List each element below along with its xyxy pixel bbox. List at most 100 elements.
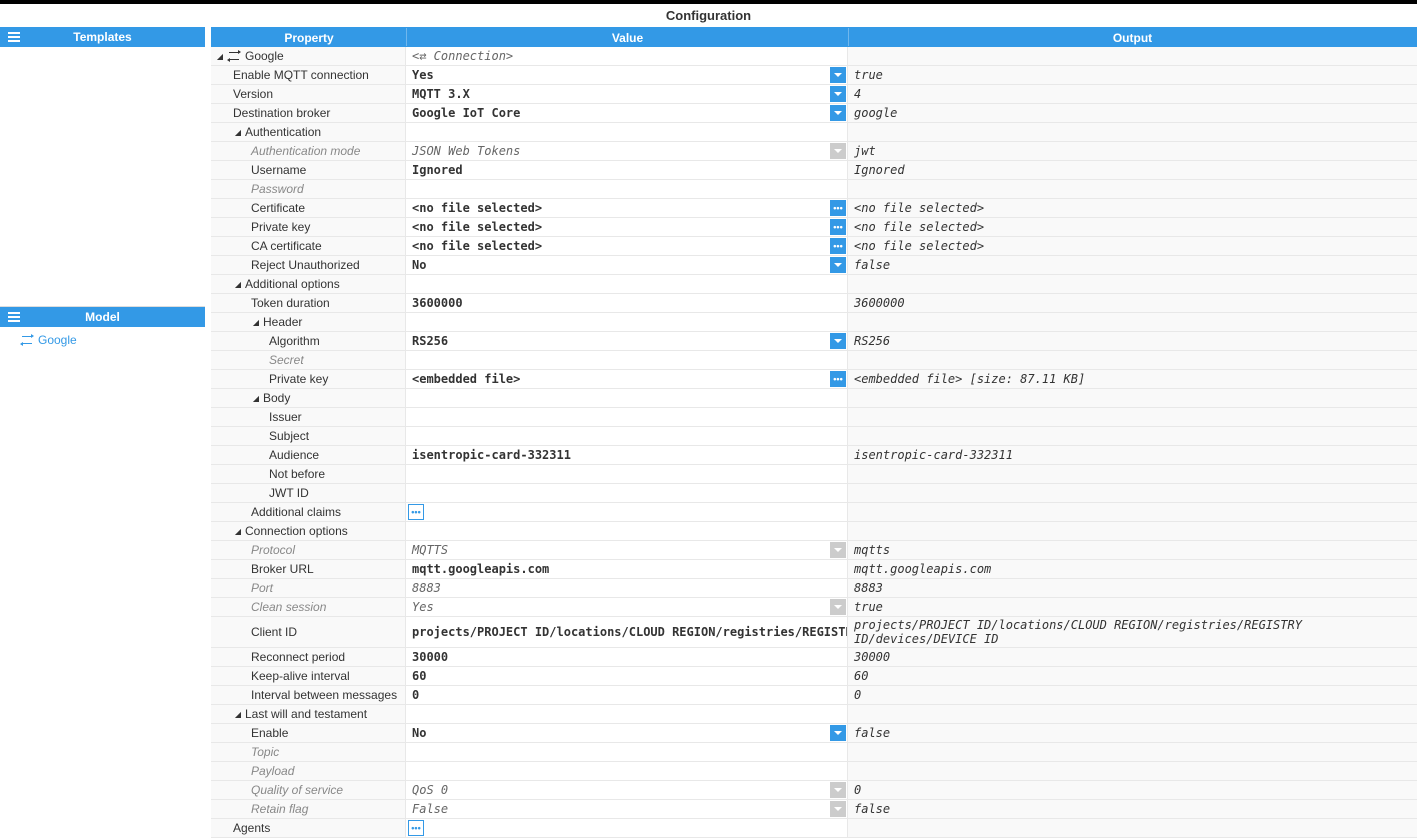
expand-toggle-icon[interactable]: ◢ (233, 527, 243, 536)
value-cell[interactable]: No (406, 724, 848, 742)
value-cell[interactable]: Yes (406, 598, 848, 616)
value-cell[interactable]: <no file selected>••• (406, 237, 848, 255)
property-label: Private key (269, 372, 328, 386)
value-cell[interactable]: 3600000 (406, 294, 848, 312)
property-cell: Token duration (211, 294, 406, 312)
expand-toggle-icon[interactable]: ◢ (233, 280, 243, 289)
value-cell[interactable] (406, 408, 848, 426)
expand-toggle-icon[interactable]: ◢ (215, 52, 225, 61)
value-cell[interactable]: 60 (406, 667, 848, 685)
expand-toggle-icon[interactable]: ◢ (233, 710, 243, 719)
value-text: JSON Web Tokens (406, 143, 830, 159)
ellipsis-button[interactable]: ••• (830, 200, 846, 216)
output-cell: 60 (848, 667, 1417, 685)
value-cell[interactable]: Ignored (406, 161, 848, 179)
templates-header-label: Templates (73, 30, 131, 44)
property-cell: Protocol (211, 541, 406, 559)
dropdown-button[interactable] (830, 725, 846, 741)
expand-toggle-icon[interactable]: ◢ (233, 128, 243, 137)
property-label: Retain flag (251, 802, 308, 816)
dropdown-button[interactable] (830, 86, 846, 102)
property-cell: Authentication mode (211, 142, 406, 160)
value-cell[interactable]: ••• (406, 503, 848, 521)
value-cell[interactable]: <no file selected>••• (406, 218, 848, 236)
output-cell: isentropic-card-332311 (848, 446, 1417, 464)
value-cell[interactable]: <no file selected>••• (406, 199, 848, 217)
value-text: Yes (406, 67, 830, 83)
value-cell[interactable]: 30000 (406, 648, 848, 666)
model-item-google[interactable]: Google (0, 331, 205, 349)
property-cell: Private key (211, 218, 406, 236)
value-cell[interactable]: projects/PROJECT ID/locations/CLOUD REGI… (406, 617, 848, 647)
property-cell: ◢Last will and testament (211, 705, 406, 723)
value-cell[interactable] (406, 465, 848, 483)
value-cell[interactable] (406, 313, 848, 331)
output-cell: <no file selected> (848, 199, 1417, 217)
property-cell: Topic (211, 743, 406, 761)
value-cell[interactable] (406, 180, 848, 198)
value-cell[interactable] (406, 427, 848, 445)
ellipsis-button[interactable]: ••• (408, 820, 424, 836)
property-label: Client ID (251, 625, 297, 639)
output-cell (848, 503, 1417, 521)
dropdown-button[interactable] (830, 257, 846, 273)
property-row: Broker URLmqtt.googleapis.commqtt.google… (211, 560, 1417, 579)
property-label: Payload (251, 764, 294, 778)
value-cell[interactable]: MQTT 3.X (406, 85, 848, 103)
value-cell[interactable] (406, 484, 848, 502)
property-label: Username (251, 163, 306, 177)
value-cell[interactable]: QoS 0 (406, 781, 848, 799)
ellipsis-button[interactable]: ••• (830, 219, 846, 235)
property-row: ◢Google<⇄ Connection> (211, 47, 1417, 66)
value-cell[interactable]: JSON Web Tokens (406, 142, 848, 160)
value-cell[interactable] (406, 275, 848, 293)
value-cell[interactable]: 0 (406, 686, 848, 704)
property-row: Password (211, 180, 1417, 199)
value-cell[interactable] (406, 123, 848, 141)
property-cell: Destination broker (211, 104, 406, 122)
dropdown-button[interactable] (830, 333, 846, 349)
output-cell: false (848, 724, 1417, 742)
value-cell[interactable]: Google IoT Core (406, 104, 848, 122)
value-cell[interactable]: <⇄ Connection> (406, 47, 848, 65)
property-label: Header (263, 315, 302, 329)
value-cell[interactable] (406, 762, 848, 780)
value-text (406, 492, 847, 494)
value-text: Google IoT Core (406, 105, 830, 121)
value-text: 0 (406, 687, 847, 703)
property-cell: Algorithm (211, 332, 406, 350)
value-cell[interactable]: <embedded file>••• (406, 370, 848, 388)
value-cell[interactable] (406, 743, 848, 761)
property-row: CA certificate<no file selected>•••<no f… (211, 237, 1417, 256)
expand-toggle-icon[interactable]: ◢ (251, 394, 261, 403)
hamburger-icon[interactable] (4, 27, 24, 47)
dropdown-button[interactable] (830, 105, 846, 121)
value-cell[interactable]: mqtt.googleapis.com (406, 560, 848, 578)
value-cell[interactable]: False (406, 800, 848, 818)
value-text: 3600000 (406, 295, 847, 311)
value-cell[interactable]: 8883 (406, 579, 848, 597)
value-cell[interactable] (406, 351, 848, 369)
property-cell: Certificate (211, 199, 406, 217)
value-cell[interactable]: Yes (406, 66, 848, 84)
expand-toggle-icon[interactable]: ◢ (251, 318, 261, 327)
ellipsis-button[interactable]: ••• (830, 371, 846, 387)
property-label: Algorithm (269, 334, 320, 348)
value-cell[interactable]: isentropic-card-332311 (406, 446, 848, 464)
property-label: Connection options (245, 524, 348, 538)
value-cell[interactable] (406, 705, 848, 723)
output-cell: false (848, 800, 1417, 818)
property-row: EnableNofalse (211, 724, 1417, 743)
hamburger-icon[interactable] (4, 307, 24, 327)
value-cell[interactable]: RS256 (406, 332, 848, 350)
dropdown-button[interactable] (830, 67, 846, 83)
value-cell[interactable] (406, 389, 848, 407)
ellipsis-button[interactable]: ••• (408, 504, 424, 520)
value-cell[interactable]: ••• (406, 819, 848, 837)
value-cell[interactable]: MQTTS (406, 541, 848, 559)
property-label: Last will and testament (245, 707, 367, 721)
value-cell[interactable] (406, 522, 848, 540)
value-cell[interactable]: No (406, 256, 848, 274)
ellipsis-button[interactable]: ••• (830, 238, 846, 254)
property-cell: Client ID (211, 617, 406, 647)
